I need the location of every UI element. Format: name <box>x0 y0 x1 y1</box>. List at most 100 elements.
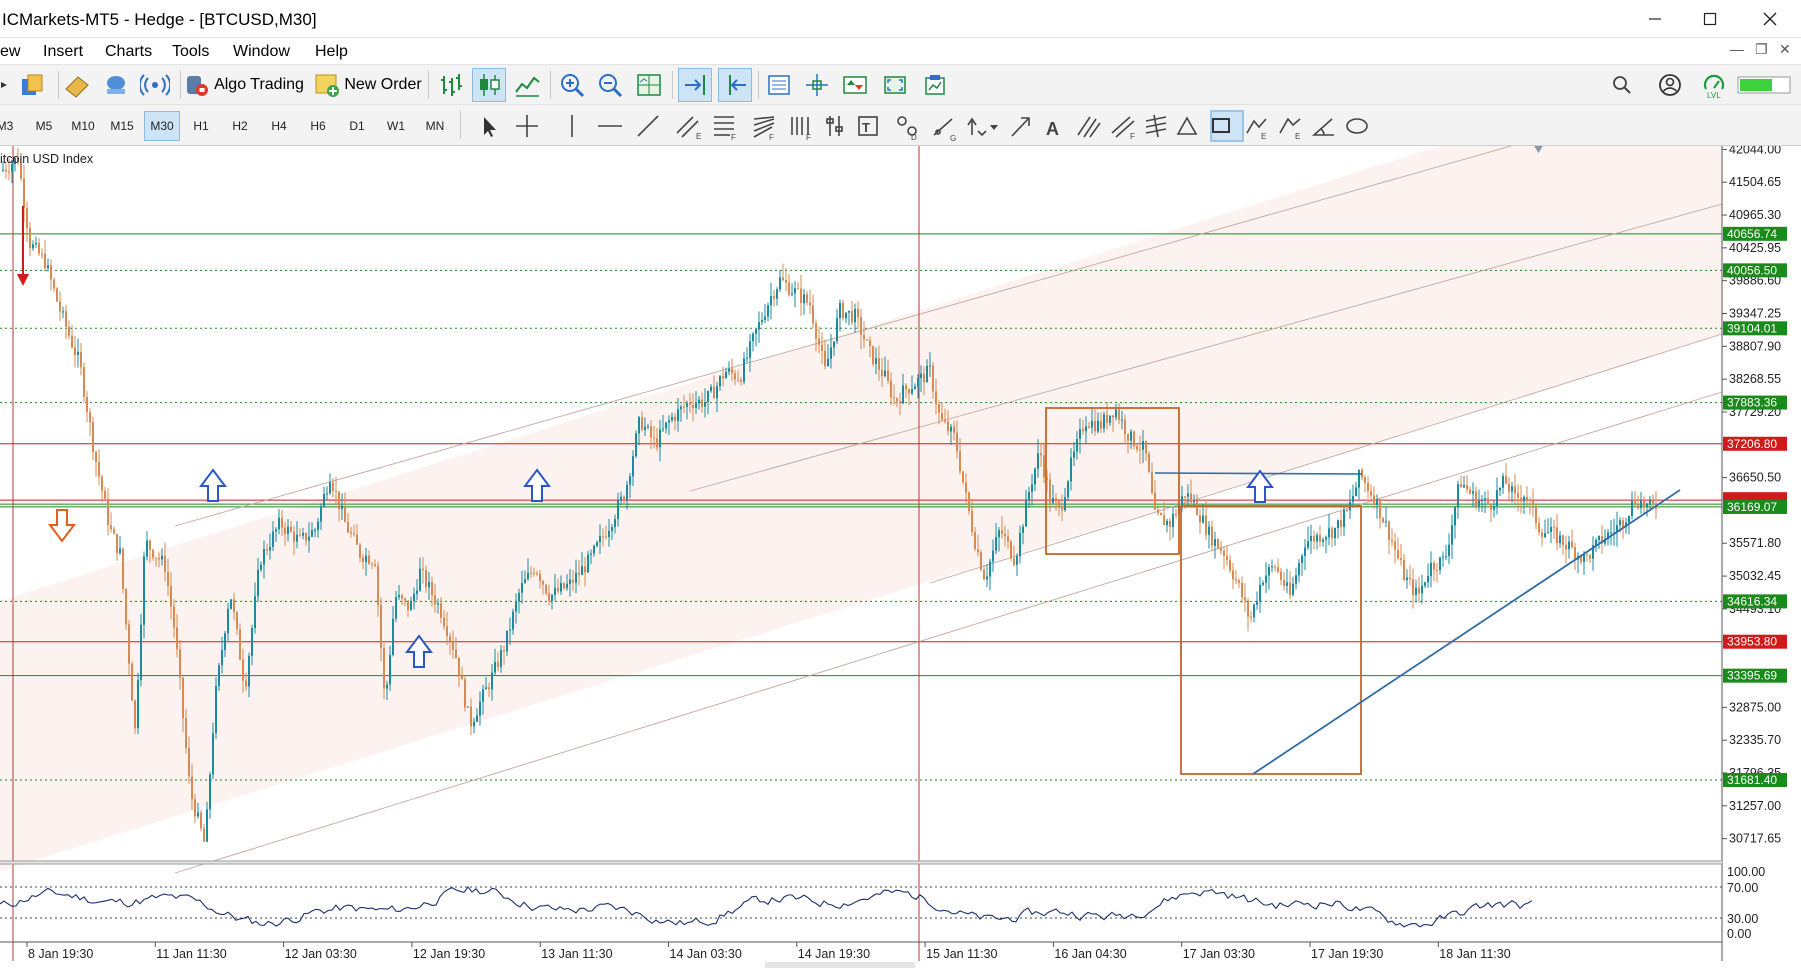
gann-line-icon[interactable]: G <box>933 118 956 143</box>
cursor-icon[interactable] <box>484 117 496 137</box>
candle <box>1172 507 1174 538</box>
candle <box>1292 576 1294 597</box>
timeframe-w1[interactable]: W1 <box>379 111 413 141</box>
chart-shift-button[interactable] <box>718 68 752 102</box>
screenshot-button[interactable] <box>918 68 952 102</box>
candle <box>1424 582 1426 589</box>
tile-windows-button[interactable] <box>632 68 666 102</box>
regression-channel-icon[interactable]: F <box>1111 116 1135 141</box>
arrowed-line-icon[interactable] <box>1011 117 1030 137</box>
elliott-impulse-icon[interactable]: E <box>1246 118 1267 141</box>
menu-window[interactable]: Window <box>233 43 290 61</box>
menu-tools[interactable]: Tools <box>172 43 209 61</box>
rectangle-tool-button[interactable] <box>1210 110 1244 142</box>
equidistant-channel-icon[interactable]: E <box>676 116 701 141</box>
menu-insert[interactable]: Insert <box>43 43 83 61</box>
algo-trading-button[interactable]: Algo Trading <box>184 68 304 102</box>
fibonacci-time-zones-icon[interactable]: F <box>791 117 811 142</box>
profiles-button[interactable] <box>16 68 48 102</box>
horizontal-scrollbar[interactable] <box>765 962 915 968</box>
periods-button[interactable] <box>838 68 872 102</box>
trendline-icon[interactable] <box>637 115 659 137</box>
vps-icon: LVL <box>1703 74 1725 99</box>
arrow-up-marker[interactable] <box>199 468 227 502</box>
menu-charts[interactable]: Charts <box>105 43 152 61</box>
market-watch-icon <box>65 76 89 98</box>
mdi-close-icon[interactable]: ✕ <box>1779 41 1791 58</box>
level-price-text: 40656.74 <box>1727 227 1777 241</box>
andrews-pitchfork-icon[interactable] <box>1077 116 1101 138</box>
timeframe-m15[interactable]: M15 <box>105 111 139 141</box>
fibonacci-retracement-icon[interactable]: F <box>714 116 736 142</box>
candle <box>1256 591 1258 610</box>
timeframe-m30[interactable]: M30 <box>144 111 180 141</box>
level-price-text: 37206.80 <box>1727 437 1777 451</box>
timeframe-m10[interactable]: M10 <box>66 111 100 141</box>
triangle-icon[interactable] <box>1176 116 1198 135</box>
signals-button[interactable] <box>138 68 172 102</box>
minimize-button[interactable] <box>1625 0 1685 38</box>
timeframe-h4[interactable]: H4 <box>262 111 296 141</box>
timeframe-mn[interactable]: MN <box>418 111 452 141</box>
zoom-in-button[interactable] <box>555 68 589 102</box>
elliott-wave-icon[interactable]: D <box>897 116 917 142</box>
timeframe-h2[interactable]: H2 <box>223 111 257 141</box>
objects-button[interactable] <box>800 68 834 102</box>
chart-shift-icon <box>729 75 746 95</box>
time-axis[interactable]: 8 Jan 19:30 11 Jan 11:30 12 Jan 03:30 12 Ja… <box>26 942 1511 961</box>
gann-icon[interactable] <box>826 116 843 136</box>
text-icon[interactable]: A <box>1046 119 1059 139</box>
zoom-out-button[interactable] <box>593 68 627 102</box>
level-price-text: 37883.36 <box>1727 396 1777 410</box>
market-watch-button[interactable] <box>60 68 92 102</box>
candle <box>1226 545 1228 566</box>
mdi-minimize-icon[interactable]: — <box>1730 41 1744 57</box>
menu-view[interactable]: ew <box>0 43 20 61</box>
candle <box>1250 611 1252 623</box>
candle <box>1544 519 1546 539</box>
text-label-icon[interactable]: T <box>858 116 878 136</box>
data-window-button[interactable] <box>100 68 132 102</box>
chart-window[interactable]: 42044.00 41504.65 40965.30 40425.95 39886.60… <box>0 146 1801 968</box>
vps-button[interactable]: LVL <box>1697 68 1731 102</box>
timeframe-m3[interactable]: M3 <box>0 111 22 141</box>
oscillator-subwindow[interactable]: 100.00 70.00 30.00 0.00 <box>0 865 1765 941</box>
range-rectangle-2[interactable] <box>1180 505 1362 775</box>
indicators-button[interactable] <box>762 68 796 102</box>
timeframe-m5[interactable]: M5 <box>27 111 61 141</box>
maximize-button[interactable] <box>1680 0 1740 38</box>
toolbar-overflow-icon[interactable] <box>0 68 10 102</box>
search-button[interactable] <box>1605 68 1639 102</box>
fibonacci-expansion-icon[interactable] <box>1145 114 1167 138</box>
candle <box>746 347 748 363</box>
new-order-button[interactable]: New Order <box>314 68 422 102</box>
close-button[interactable] <box>1740 0 1800 38</box>
candle <box>776 287 778 306</box>
timeframe-h1[interactable]: H1 <box>184 111 218 141</box>
candle <box>1517 484 1519 512</box>
menu-help[interactable]: Help <box>315 43 348 61</box>
ellipse-icon[interactable] <box>1346 118 1368 134</box>
account-button[interactable] <box>1653 68 1687 102</box>
price-axis-label: 38268.55 <box>1729 372 1781 386</box>
elliott-correction-icon[interactable]: E <box>1279 117 1301 141</box>
timeframe-d1[interactable]: D1 <box>340 111 374 141</box>
candle <box>1325 535 1327 554</box>
candle <box>1160 512 1162 516</box>
arrows-dropdown-icon[interactable] <box>967 117 998 137</box>
mdi-restore-icon[interactable]: ❐ <box>1755 41 1768 58</box>
timeframe-h6[interactable]: H6 <box>301 111 335 141</box>
candle <box>1277 558 1279 574</box>
crosshair-icon[interactable] <box>516 115 538 137</box>
candlestick-chart-button[interactable] <box>472 68 506 102</box>
connection-status[interactable] <box>1736 68 1792 102</box>
angle-icon[interactable] <box>1311 118 1334 136</box>
search-icon <box>1613 76 1631 94</box>
arrow-down-marker[interactable] <box>48 509 76 543</box>
fullscreen-button[interactable] <box>878 68 912 102</box>
auto-scroll-button[interactable] <box>678 68 712 102</box>
line-chart-button[interactable] <box>510 68 544 102</box>
bar-chart-button[interactable] <box>434 68 468 102</box>
price-chart[interactable]: 42044.0041504.6540965.3040425.9539886.60… <box>0 146 1801 968</box>
fibonacci-fan-icon[interactable]: F <box>753 116 775 142</box>
